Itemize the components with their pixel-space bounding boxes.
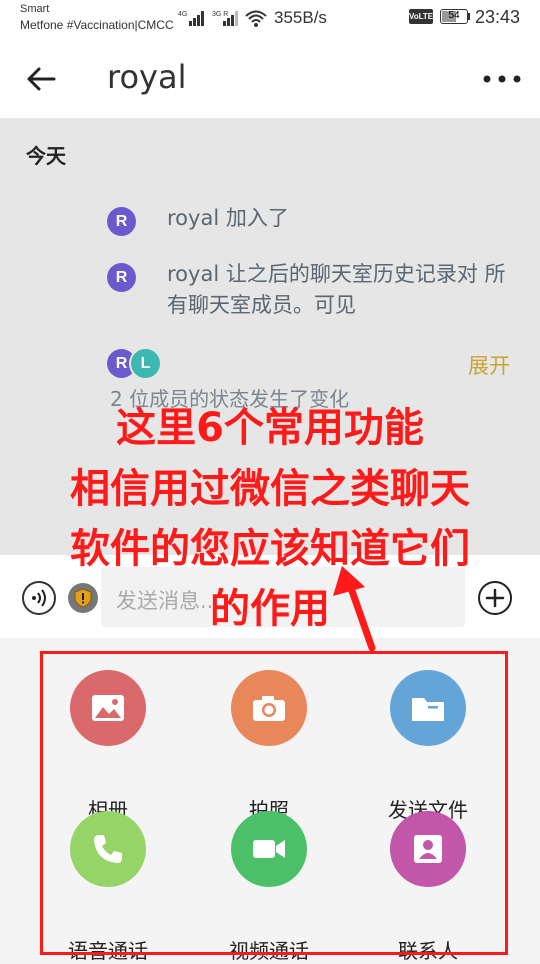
annotation-line: 软件的您应该知道它们 bbox=[70, 526, 470, 572]
annotation-line: 的作用 bbox=[210, 586, 330, 632]
svg-text:4G: 4G bbox=[178, 11, 187, 18]
page-title: royal bbox=[107, 58, 187, 96]
expand-link[interactable]: 展开 bbox=[468, 350, 510, 380]
network-speed: 355B/s bbox=[274, 8, 327, 27]
event-text: royal 让之后的聊天室历史记录对 所有聊天室成员。可见 bbox=[167, 262, 506, 317]
battery-icon: 54 bbox=[440, 9, 468, 24]
status-bar: Smart Metfone #Vaccination|CMCC 4G 3G R … bbox=[0, 0, 540, 38]
annotation-line: 这里6个常用功能 bbox=[116, 405, 424, 451]
wifi-icon bbox=[245, 10, 267, 27]
annotation-frame bbox=[40, 651, 508, 955]
carrier-name: Smart bbox=[20, 3, 50, 15]
signal-4g-icon: 4G bbox=[178, 11, 204, 26]
volte-badge: VoLTE bbox=[409, 9, 433, 24]
avatar[interactable]: R bbox=[107, 207, 136, 236]
battery-level: 54 bbox=[448, 10, 460, 21]
annotation-line: 相信用过微信之类聊天 bbox=[70, 466, 470, 512]
app-header: royal bbox=[0, 38, 540, 118]
avatar[interactable]: L bbox=[129, 347, 162, 380]
more-options-button[interactable] bbox=[480, 64, 524, 94]
event-text: royal 加入了 bbox=[167, 206, 289, 230]
carrier-secondary: Metfone #Vaccination|CMCC bbox=[20, 18, 174, 32]
avatar[interactable]: R bbox=[107, 263, 136, 292]
signal-3g-icon: 3G R bbox=[212, 11, 238, 26]
svg-text:3G R: 3G R bbox=[212, 11, 228, 18]
back-button[interactable] bbox=[22, 60, 60, 98]
arrow-left-icon bbox=[27, 67, 56, 91]
date-separator: 今天 bbox=[26, 144, 66, 168]
more-horizontal-icon bbox=[483, 75, 521, 83]
clock: 23:43 bbox=[475, 7, 521, 27]
